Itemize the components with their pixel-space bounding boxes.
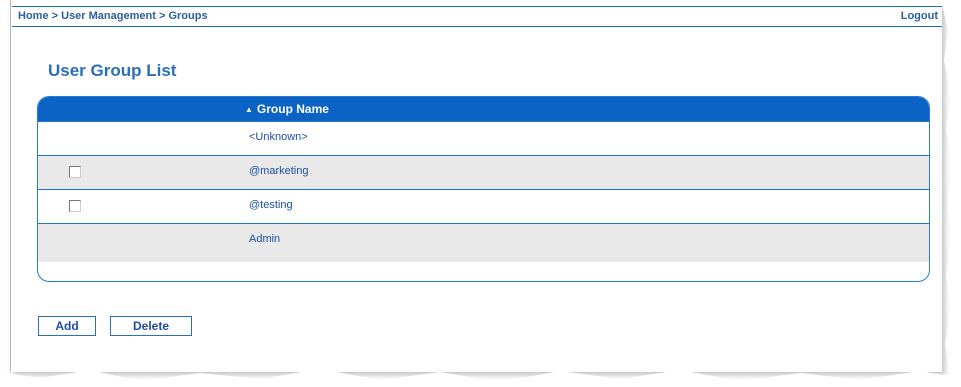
torn-edge-decoration [0, 0, 961, 387]
